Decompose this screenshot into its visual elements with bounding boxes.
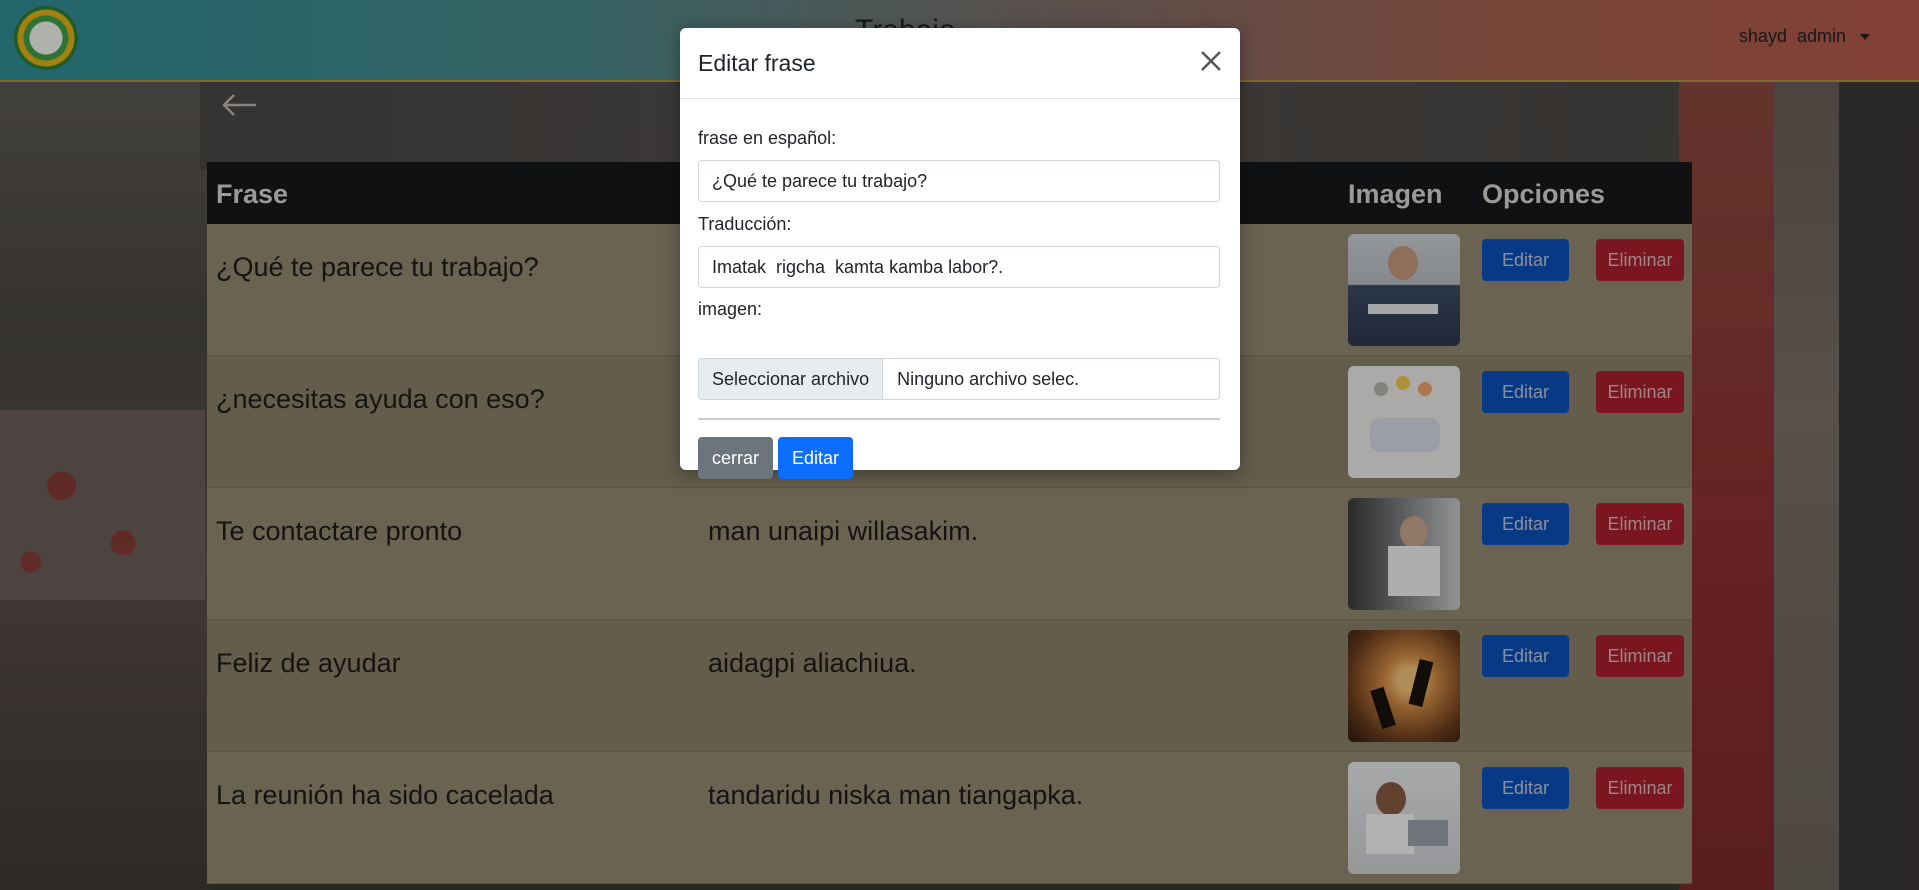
edit-phrase-modal: Editar frase frase en español: ¿Qué te p… [680, 28, 1240, 479]
translation-label: Traducción: [698, 214, 792, 234]
image-label: imagen: [698, 299, 763, 319]
submit-edit-button[interactable]: Editar [778, 437, 853, 479]
translation-input[interactable]: Imatak rigcha kamta kamba labor?. [698, 246, 1220, 288]
file-status-text: Ninguno archivo selec. [897, 369, 1080, 389]
select-file-button[interactable]: Seleccionar archivo [699, 359, 884, 399]
close-icon[interactable] [1198, 48, 1224, 74]
modal-header: Editar frase [680, 28, 1240, 99]
close-button[interactable]: cerrar [698, 437, 773, 479]
modal-divider [698, 418, 1220, 420]
image-file-input[interactable]: Seleccionar archivo Ninguno archivo sele… [698, 358, 1220, 400]
modal-title: Editar frase [698, 50, 816, 76]
spanish-phrase-input[interactable]: ¿Qué te parece tu trabajo? [698, 160, 1220, 202]
spanish-phrase-label: frase en español: [698, 128, 837, 148]
